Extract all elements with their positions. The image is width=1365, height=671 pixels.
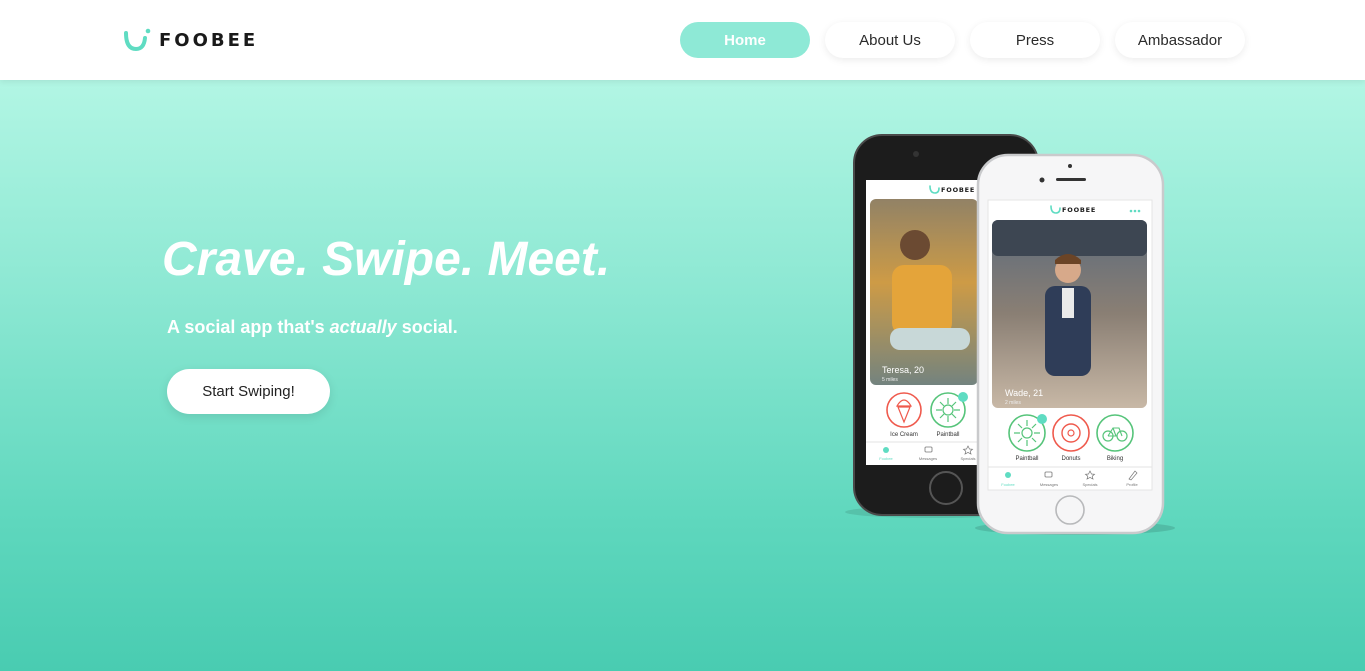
back-home-button — [929, 471, 963, 505]
hero-subtitle-end: social. — [396, 317, 458, 337]
back-profile-photo — [900, 230, 930, 260]
back-profile-distance: 5 miles — [882, 377, 898, 383]
front-profile-name: Wade, 21 — [1005, 388, 1043, 398]
hero-subtitle-start: A social app that's — [167, 317, 330, 337]
back-tab-specials[interactable]: Specials — [960, 456, 975, 461]
back-tab-foobee[interactable]: Foobee — [879, 456, 893, 461]
back-tab-foobee-icon — [883, 447, 889, 453]
brand-name: FOOBEE — [159, 29, 259, 51]
front-interest-label: Paintball — [1015, 456, 1038, 462]
back-interest-ice-cream[interactable]: Ice Cream — [886, 392, 922, 438]
front-tab-messages[interactable]: Messages — [1040, 482, 1058, 487]
nav-home-button[interactable]: Home — [680, 22, 810, 58]
hero-subtitle: A social app that's actually social. — [167, 317, 458, 338]
front-interest-label: Biking — [1107, 456, 1123, 462]
phone-front: FOOBEE Wade, 21 2 miles Paintball Donuts… — [975, 153, 1175, 535]
back-app-name: FOOBEE — [941, 186, 975, 194]
front-home-button — [1055, 495, 1085, 525]
back-interest-label: Ice Cream — [890, 432, 918, 438]
foobee-logo[interactable]: FOOBEE — [123, 27, 258, 53]
back-selected-badge-icon — [958, 392, 968, 402]
top-navbar: FOOBEE Home About Us Press Ambassador — [0, 0, 1365, 80]
hero-headline: Crave. Swipe. Meet. — [162, 233, 611, 286]
front-selected-badge-icon — [1037, 414, 1047, 424]
nav-about-us-button[interactable]: About Us — [825, 22, 955, 58]
hero-subtitle-emphasis: actually — [329, 317, 397, 337]
front-tab-specials[interactable]: Specials — [1082, 482, 1097, 487]
back-tab-messages[interactable]: Messages — [919, 456, 937, 461]
front-tab-foobee-icon — [1005, 472, 1011, 478]
nav-ambassador-button[interactable]: Ambassador — [1115, 22, 1245, 58]
hero-section: Crave. Swipe. Meet. A social app that's … — [0, 80, 1365, 671]
front-app-name: FOOBEE — [1062, 206, 1096, 214]
back-interest-label: Paintball — [936, 432, 959, 438]
main-nav: Home About Us Press Ambassador — [680, 22, 1245, 58]
start-swiping-button[interactable]: Start Swiping! — [167, 369, 330, 414]
front-tab-profile[interactable]: Profile — [1126, 482, 1138, 487]
front-interest-label: Donuts — [1061, 456, 1080, 462]
foobee-smile-icon — [124, 28, 151, 52]
front-tab-foobee[interactable]: Foobee — [1001, 482, 1015, 487]
front-profile-distance: 2 miles — [1005, 400, 1021, 406]
nav-press-button[interactable]: Press — [970, 22, 1100, 58]
phones-illustration: FOOBEE Teresa, 20 5 miles Ice Cream Pain… — [845, 134, 1175, 535]
front-menu-dots-icon[interactable] — [1129, 209, 1141, 213]
back-profile-name: Teresa, 20 — [882, 365, 924, 375]
